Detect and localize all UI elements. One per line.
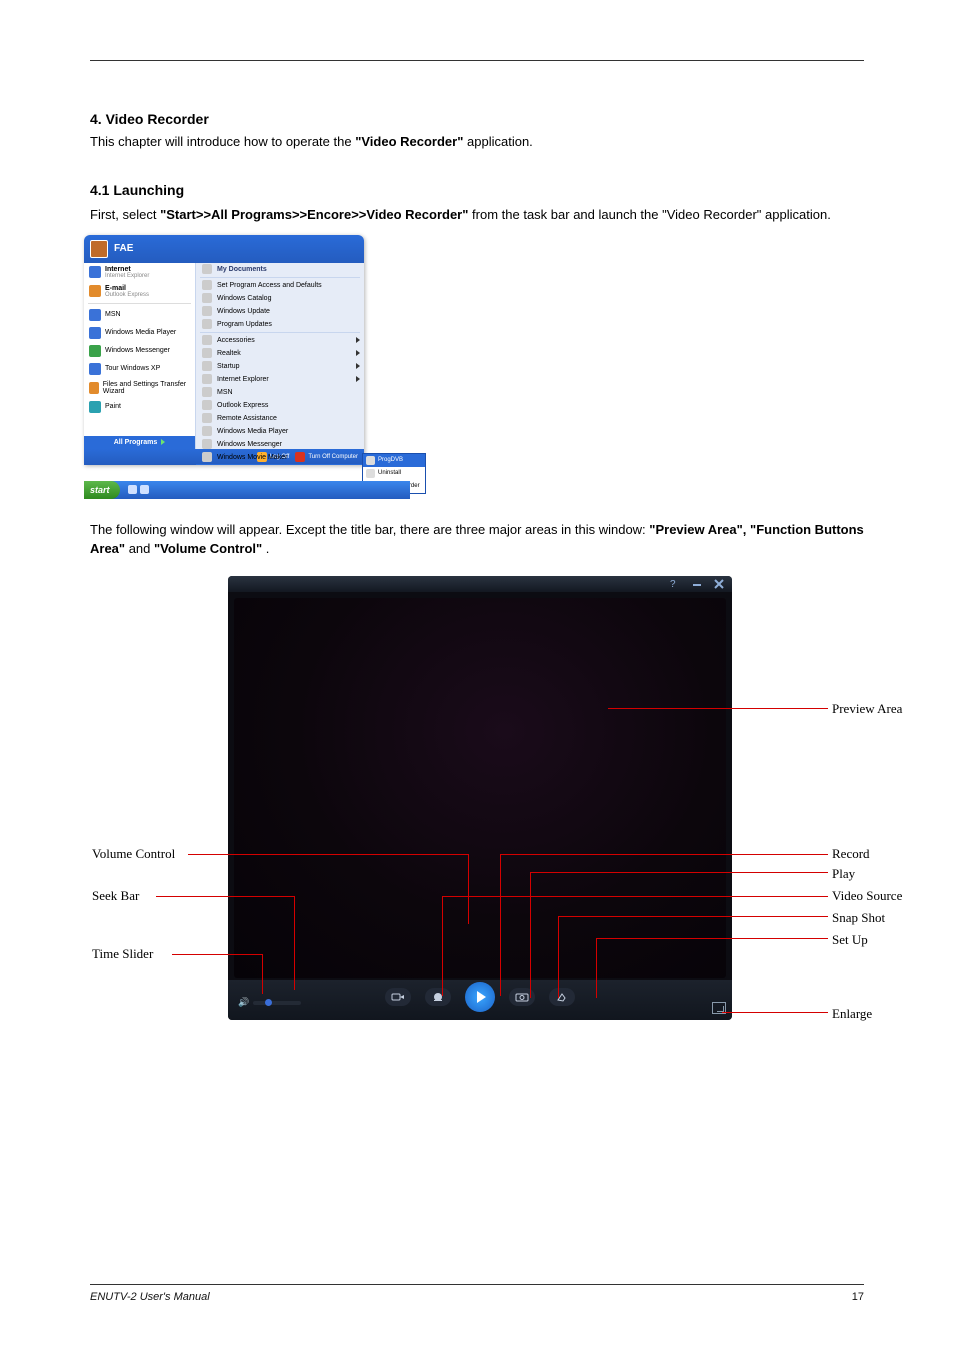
folder-icon xyxy=(202,264,212,274)
wmp-icon xyxy=(202,426,212,436)
label-preview: Preview Area xyxy=(832,701,902,717)
help-button[interactable]: ? xyxy=(668,579,682,589)
submenu-uninstall[interactable]: Uninstall xyxy=(363,467,425,480)
label-video-src: Video Source xyxy=(832,888,902,904)
program-item[interactable]: Windows Messenger xyxy=(196,438,364,451)
program-item[interactable]: Startup xyxy=(196,360,364,373)
setup-button[interactable] xyxy=(549,988,575,1006)
label-time-slider: Time Slider xyxy=(92,946,153,962)
tray-icons xyxy=(128,485,149,494)
wmp-icon xyxy=(89,327,101,339)
startmenu-left-panel: Internet Internet Explorer E-mail Outloo… xyxy=(84,263,196,449)
program-item[interactable]: Windows Catalog xyxy=(196,292,364,305)
recent-tour[interactable]: Tour Windows XP xyxy=(84,360,195,378)
snapshot-button[interactable] xyxy=(509,988,535,1006)
tour-icon xyxy=(89,363,101,375)
section-intro: This chapter will introduce how to opera… xyxy=(90,133,864,152)
preview-area xyxy=(234,598,726,978)
assist-icon xyxy=(202,413,212,423)
messenger-icon xyxy=(89,345,101,357)
play-button[interactable] xyxy=(465,982,495,1012)
transfer-icon xyxy=(89,382,99,394)
program-item[interactable]: Realtek xyxy=(196,347,364,360)
titlebar: ? xyxy=(228,576,732,592)
para-window-areas: The following window will appear. Except… xyxy=(90,521,864,559)
startmenu-screenshot: FAE Internet Internet Explorer E-mail xyxy=(84,235,410,505)
program-item[interactable]: Windows Media Player xyxy=(196,425,364,438)
program-icon xyxy=(366,456,375,465)
label-play: Play xyxy=(832,866,855,882)
recent-wmp[interactable]: Windows Media Player xyxy=(84,324,195,342)
folder-icon xyxy=(202,361,212,371)
program-item[interactable]: MSN xyxy=(196,386,364,399)
subheading-launching: 4.1 Launching xyxy=(90,182,864,198)
taskbar: start xyxy=(84,481,410,499)
mail-icon xyxy=(202,400,212,410)
recent-fstw[interactable]: Files and Settings Transfer Wizard xyxy=(84,378,195,398)
label-enlarge: Enlarge xyxy=(832,1006,872,1022)
msn-icon xyxy=(202,387,212,397)
folder-icon xyxy=(202,335,212,345)
section-title: 4. Video Recorder xyxy=(90,111,209,127)
program-icon xyxy=(202,280,212,290)
play-icon xyxy=(477,991,486,1003)
my-documents-item[interactable]: My Documents xyxy=(196,263,364,276)
all-programs-button[interactable]: All Programs xyxy=(84,436,195,449)
recent-paint[interactable]: Paint xyxy=(84,398,195,416)
ie-icon xyxy=(202,374,212,384)
program-item[interactable]: Windows Movie Maker xyxy=(196,451,364,464)
user-avatar xyxy=(90,240,108,258)
moviemaker-icon xyxy=(202,452,212,462)
user-name: FAE xyxy=(114,243,133,254)
pinned-internet[interactable]: Internet Internet Explorer xyxy=(84,263,195,282)
video-source-button[interactable] xyxy=(385,988,411,1006)
close-button[interactable] xyxy=(712,579,726,589)
program-icon xyxy=(202,306,212,316)
program-icon xyxy=(202,293,212,303)
uninstall-icon xyxy=(366,469,375,478)
program-item[interactable]: Outlook Express xyxy=(196,399,364,412)
paint-icon xyxy=(89,401,101,413)
label-record: Record xyxy=(832,846,870,862)
videorecorder-screenshot: ? 🔊 xyxy=(228,576,948,1046)
videorecorder-window: ? 🔊 xyxy=(228,576,732,1020)
tray-icon[interactable] xyxy=(128,485,137,494)
svg-text:?: ? xyxy=(670,579,676,589)
program-item[interactable]: Accessories xyxy=(196,334,364,347)
ie-icon xyxy=(89,266,101,278)
controls-bar: 🔊 xyxy=(228,980,732,1020)
record-button[interactable] xyxy=(425,988,451,1006)
page-footer: ENUTV-2 User's Manual 17 xyxy=(90,1284,864,1303)
section-heading: 4. Video Recorder xyxy=(90,111,864,127)
program-item[interactable]: Set Program Access and Defaults xyxy=(196,279,364,292)
label-volume: Volume Control xyxy=(92,846,175,862)
program-item[interactable]: Program Updates xyxy=(196,318,364,331)
label-setup: Set Up xyxy=(832,932,868,948)
program-icon xyxy=(202,319,212,329)
tray-icon[interactable] xyxy=(140,485,149,494)
startmenu-header: FAE xyxy=(84,235,364,263)
minimize-button[interactable] xyxy=(690,579,704,589)
recent-messenger[interactable]: Windows Messenger xyxy=(84,342,195,360)
program-item[interactable]: Internet Explorer xyxy=(196,373,364,386)
footer-title: ENUTV-2 User's Manual xyxy=(90,1291,210,1303)
submenu-progdvb[interactable]: ProgDVB xyxy=(363,454,425,467)
startmenu-right-panel: My Documents Set Program Access and Defa… xyxy=(196,263,364,449)
label-snapshot: Snap Shot xyxy=(832,910,885,926)
mail-icon xyxy=(89,285,101,297)
page-number: 17 xyxy=(852,1291,864,1303)
start-button[interactable]: start xyxy=(84,481,120,499)
program-item-encore[interactable]: Encore xyxy=(196,464,364,465)
program-item[interactable]: Windows Update xyxy=(196,305,364,318)
messenger-icon xyxy=(202,439,212,449)
program-item[interactable]: Remote Assistance xyxy=(196,412,364,425)
folder-icon xyxy=(202,348,212,358)
msn-icon xyxy=(89,309,101,321)
label-seek: Seek Bar xyxy=(92,888,139,904)
para-launch-path: First, select "Start>>All Programs>>Enco… xyxy=(90,206,864,225)
pinned-email[interactable]: E-mail Outlook Express xyxy=(84,282,195,301)
chevron-right-icon xyxy=(161,439,165,445)
recent-msn[interactable]: MSN xyxy=(84,306,195,324)
